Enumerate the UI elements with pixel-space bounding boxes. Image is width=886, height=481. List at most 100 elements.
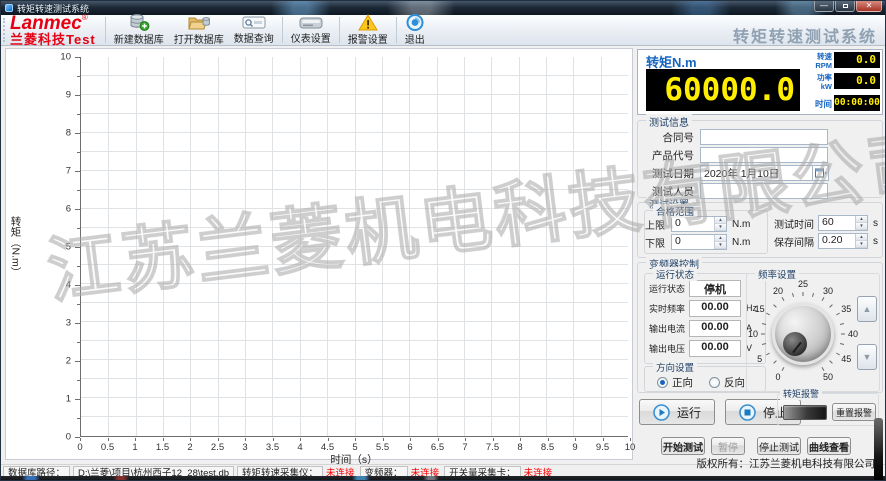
knob-sphere[interactable] (772, 303, 834, 365)
window-titlebar[interactable]: 转矩转速测试系统 — ✕ (1, 1, 886, 15)
knob-tick (822, 367, 825, 371)
torque-time-chart: 转矩（N.m） 012345678910 00.511.522.533.544.… (5, 48, 633, 460)
inverter-control-group: 变频器控制 运行状态 运行状态 停机 实时频率 00.00 Hz 输出电流 00… (637, 262, 883, 393)
y-tick-label: 0 (66, 432, 71, 443)
contract-input[interactable] (700, 129, 828, 145)
knob-tick (803, 292, 804, 296)
radio-unselected-icon (709, 377, 720, 388)
forward-label: 正向 (672, 375, 693, 390)
run-button-label: 运行 (677, 404, 701, 421)
date-picker-button[interactable] (812, 165, 829, 181)
toolbar-button-label: 退出 (405, 31, 425, 46)
application-window: 转矩转速测试系统 — ✕ Lanmec® 兰菱科技Test (0, 0, 886, 481)
frequency-value: 00.00 (689, 300, 741, 317)
frequency-up-button[interactable]: ▲ (857, 296, 877, 322)
test-duration-label: 测试时间 (770, 216, 818, 231)
qualified-range-group: 合格范围 上限 0 ▲▼ N.m 下限 0 ▲▼ N.m (644, 210, 768, 254)
alarm-settings-button[interactable]: 报警设置 (343, 15, 393, 45)
alarm-indicator (783, 405, 827, 420)
taskbar-edge-bar (874, 418, 883, 481)
lower-limit-input[interactable]: 0 ▲▼ (671, 234, 727, 250)
start-test-button[interactable]: 开始测试 (661, 437, 705, 455)
open-database-icon (188, 14, 210, 31)
upper-limit-label: 上限 (645, 217, 671, 232)
knob-scale-label: 15 (755, 304, 765, 314)
knob-scale-label: 45 (841, 354, 851, 364)
chart-plot-area (80, 57, 628, 437)
frequency-knob[interactable]: 05101520253035404550 (747, 278, 859, 390)
reset-alarm-button[interactable]: 重置报警 (832, 403, 876, 421)
output-current-value: 00.00 (689, 320, 741, 337)
alarm-settings-icon (358, 14, 378, 31)
knob-tick (840, 343, 844, 345)
toolbar-button-label: 仪表设置 (291, 30, 331, 45)
product-code-input[interactable] (700, 147, 828, 163)
test-date-label: 测试日期 (638, 166, 700, 181)
save-interval-unit: s (873, 236, 878, 247)
save-interval-label: 保存间隔 (770, 234, 818, 249)
save-interval-input[interactable]: 0.20 ▲▼ (818, 233, 868, 249)
y-tick-label: 6 (66, 204, 71, 215)
direction-reverse-radio[interactable]: 反向 (709, 375, 745, 390)
knob-tick (782, 297, 785, 301)
toolbar-right-title: 转矩转速测试系统 (733, 23, 877, 47)
data-query-button[interactable]: 数据查询 (229, 15, 279, 45)
tester-input[interactable] (700, 183, 828, 199)
spinner-buttons[interactable]: ▲▼ (855, 216, 867, 230)
direction-forward-radio[interactable]: 正向 (657, 375, 693, 390)
knob-scale-label: 25 (798, 279, 808, 289)
power-value-display: 0.0 (834, 73, 880, 89)
run-button[interactable]: 运行 (639, 399, 715, 425)
knob-tick (836, 353, 840, 356)
qualified-range-title: 合格范围 (653, 204, 697, 218)
open-database-button[interactable]: 打开数据库 (169, 15, 229, 45)
knob-tick (792, 293, 794, 297)
knob-tick (762, 343, 766, 345)
close-button[interactable]: ✕ (856, 1, 882, 12)
chart-y-ticks: 012345678910 (46, 57, 80, 437)
maximize-icon (843, 4, 848, 8)
test-info-group: 测试信息 合同号 产品代号 测试日期 2020年 1月10日 (637, 120, 883, 198)
toolbar-button-label: 新建数据库 (114, 31, 164, 46)
minimize-button[interactable]: — (814, 1, 834, 12)
windows-taskbar[interactable] (1, 476, 886, 481)
knob-tick (840, 323, 844, 325)
knob-tick (830, 361, 834, 365)
y-tick-label: 4 (66, 280, 71, 291)
stop-test-button[interactable]: 停止测试 (757, 437, 801, 455)
knob-indicator (783, 332, 807, 356)
running-status-title: 运行状态 (653, 267, 697, 281)
spinner-buttons[interactable]: ▲▼ (714, 235, 726, 249)
new-database-icon (128, 14, 150, 31)
torque-alarm-title: 转矩报警 (780, 387, 822, 400)
chart-grid (81, 57, 628, 436)
toolbar-divider (282, 17, 283, 43)
torque-alarm-group: 转矩报警 重置报警 (777, 393, 879, 426)
pause-button[interactable]: 暂停 (711, 437, 745, 455)
knob-scale-label: 35 (841, 304, 851, 314)
test-duration-input[interactable]: 60 ▲▼ (818, 215, 868, 231)
toolbar-button-label: 打开数据库 (174, 31, 224, 46)
reset-alarm-label: 重置报警 (836, 406, 872, 419)
maximize-button[interactable] (835, 1, 855, 12)
new-database-button[interactable]: 新建数据库 (109, 15, 169, 45)
instrument-settings-button[interactable]: 仪表设置 (286, 15, 336, 45)
view-curve-button[interactable]: 曲线查看 (807, 437, 851, 455)
spinner-buttons[interactable]: ▲▼ (855, 234, 867, 248)
upper-limit-input[interactable]: 0 ▲▼ (671, 216, 727, 232)
power-label: 功率 kW (798, 74, 832, 91)
run-state-label: 运行状态 (645, 282, 689, 295)
knob-scale-label: 10 (748, 329, 758, 339)
spinner-buttons[interactable]: ▲▼ (714, 217, 726, 231)
frequency-down-button[interactable]: ▼ (857, 344, 877, 370)
exit-icon (406, 14, 424, 31)
upper-limit-unit: N.m (732, 219, 750, 230)
copyright-text: 版权所有：江苏兰菱机电科技有限公司 (697, 456, 876, 471)
exit-button[interactable]: 退出 (400, 15, 430, 45)
contract-label: 合同号 (638, 130, 700, 145)
test-date-value[interactable]: 2020年 1月10日 (700, 165, 812, 181)
toolbar-grip (3, 18, 6, 42)
reverse-label: 反向 (724, 375, 745, 390)
lower-limit-label: 下限 (645, 235, 671, 250)
knob-scale-label: 5 (757, 354, 762, 364)
